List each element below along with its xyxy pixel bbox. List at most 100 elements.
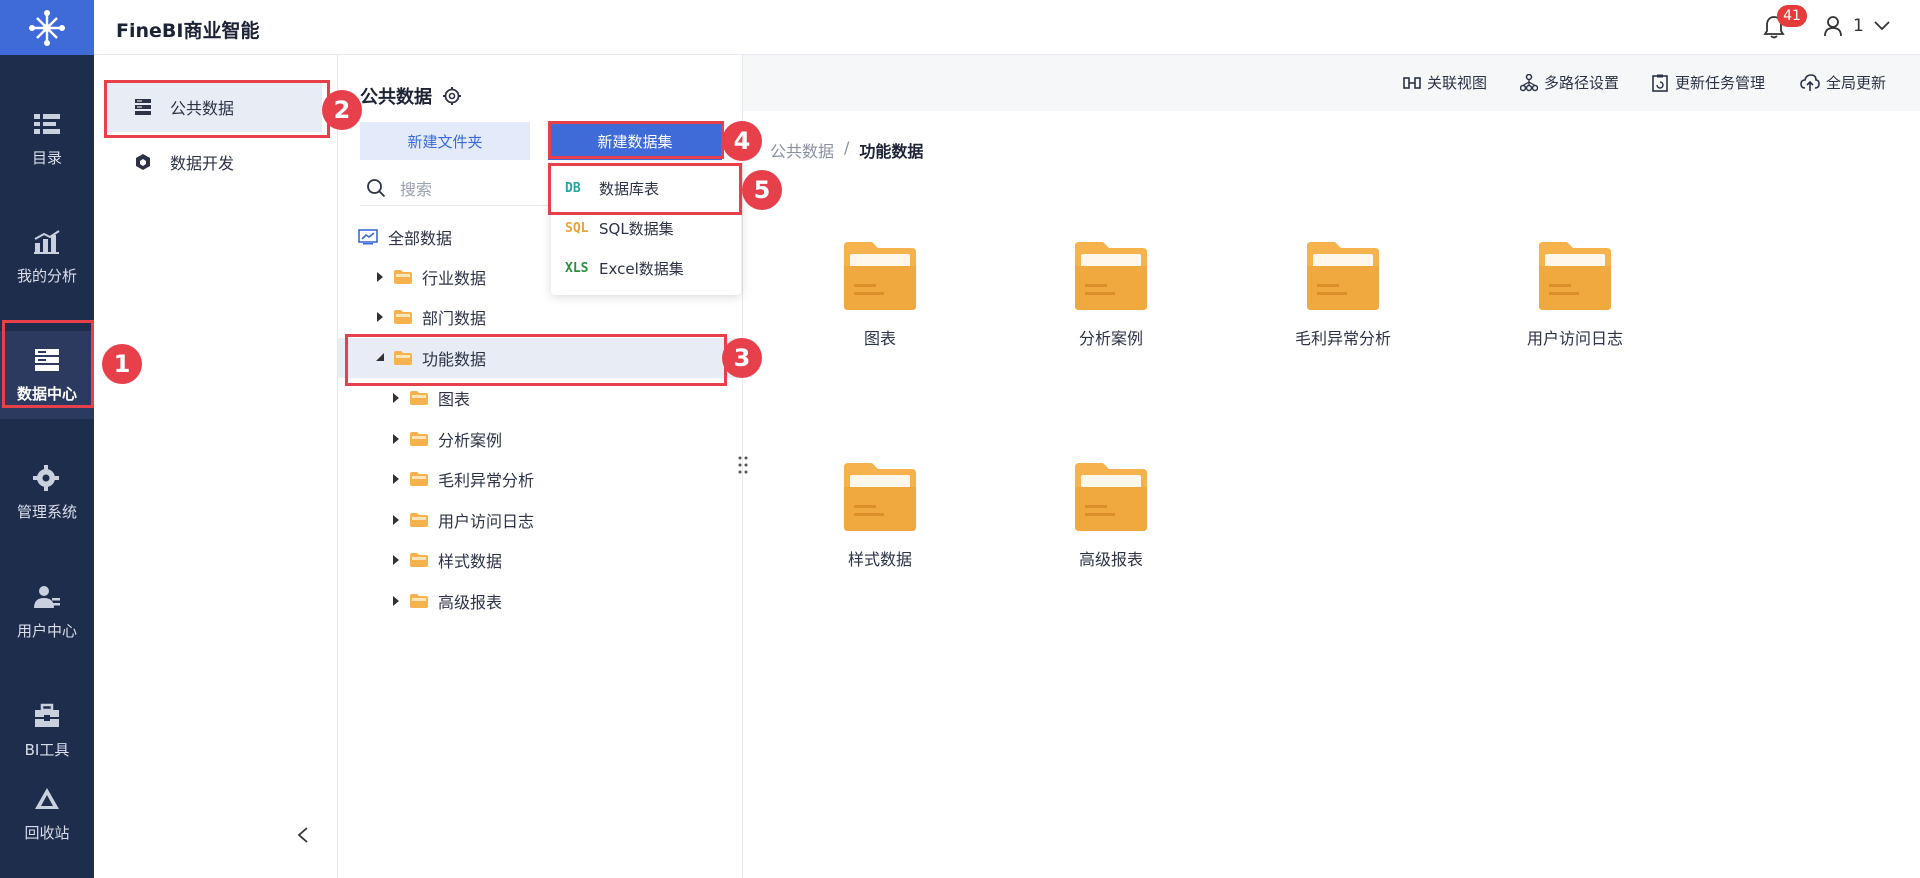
update-task-button[interactable]: 更新任务管理 xyxy=(1651,72,1765,93)
gear-icon xyxy=(33,464,59,491)
folder-card[interactable]: 高级报表 xyxy=(1036,461,1186,581)
annotation-box-5 xyxy=(548,163,742,215)
app-title: FineBI商业智能 xyxy=(116,20,260,42)
new-folder-button[interactable]: 新建文件夹 xyxy=(360,122,530,160)
tree-node-department-data[interactable]: 部门数据 xyxy=(338,297,742,337)
tree-node-style-data[interactable]: 样式数据 xyxy=(338,540,742,580)
caret-right-icon[interactable] xyxy=(376,312,384,322)
annotation-marker-3: 3 xyxy=(722,338,762,378)
tree-node-analysis-cases[interactable]: 分析案例 xyxy=(338,419,742,459)
search-input[interactable]: 搜索 xyxy=(360,170,550,206)
dropdown-label: SQL数据集 xyxy=(599,219,674,238)
global-update-button[interactable]: 全局更新 xyxy=(1800,72,1886,93)
breadcrumb-separator: / xyxy=(844,138,850,157)
search-placeholder: 搜索 xyxy=(400,179,433,199)
relation-view-button[interactable]: 关联视图 xyxy=(1403,72,1487,93)
tree-label: 分析案例 xyxy=(438,431,503,450)
caret-right-icon[interactable] xyxy=(392,393,400,403)
folder-icon xyxy=(410,472,428,486)
folder-large-icon xyxy=(1539,242,1611,310)
data-dev-icon xyxy=(136,154,150,170)
collapse-chevron-icon[interactable] xyxy=(296,827,310,843)
breadcrumb: 公共数据 / 功能数据 xyxy=(770,138,923,162)
nav-label: 用户中心 xyxy=(16,621,77,640)
main-toolbar: 关联视图 多路径设置 更新任务管理 全局更新 xyxy=(743,55,1920,111)
catalog-icon xyxy=(34,113,60,134)
all-data-icon xyxy=(358,229,378,245)
multi-path-icon xyxy=(1520,73,1538,91)
caret-right-icon[interactable] xyxy=(392,596,400,606)
user-name: 1 xyxy=(1853,16,1864,36)
caret-right-icon[interactable] xyxy=(392,434,400,444)
app-logo[interactable] xyxy=(0,0,94,55)
folder-icon xyxy=(410,594,428,608)
nav-label: 回收站 xyxy=(24,823,70,842)
user-menu[interactable]: 1 xyxy=(1823,15,1890,37)
folder-label: 分析案例 xyxy=(1078,329,1143,348)
folder-label: 毛利异常分析 xyxy=(1294,329,1391,348)
folder-label: 高级报表 xyxy=(1078,550,1143,569)
caret-right-icon[interactable] xyxy=(392,555,400,565)
folder-large-icon xyxy=(1307,242,1379,310)
annotation-marker-1: 1 xyxy=(102,344,142,384)
nav-item-user-center[interactable]: 用户中心 xyxy=(0,568,94,656)
nav-label: 我的分析 xyxy=(16,266,77,285)
tree-label: 图表 xyxy=(438,390,471,409)
dropdown-item-excel-dataset[interactable]: XLS Excel数据集 xyxy=(565,252,684,284)
tree-label: 高级报表 xyxy=(438,593,503,612)
user-icon xyxy=(1824,16,1842,37)
folder-large-icon xyxy=(1075,242,1147,310)
tree-label: 全部数据 xyxy=(388,229,453,248)
submenu-item-data-dev[interactable]: 数据开发 xyxy=(106,137,322,187)
folder-label: 图表 xyxy=(863,329,896,348)
folder-card[interactable]: 图表 xyxy=(805,240,955,360)
annotation-marker-4: 4 xyxy=(722,121,762,161)
folder-large-icon xyxy=(1075,463,1147,531)
nav-label: BI工具 xyxy=(24,740,70,759)
folder-card[interactable]: 用户访问日志 xyxy=(1500,240,1650,360)
top-bar: FineBI商业智能 41 1 xyxy=(0,0,1920,55)
folder-label: 用户访问日志 xyxy=(1526,329,1623,348)
folder-icon xyxy=(410,432,428,446)
tree-node-gross-margin[interactable]: 毛利异常分析 xyxy=(338,459,742,499)
folder-large-icon xyxy=(844,242,916,310)
nav-item-catalog[interactable]: 目录 xyxy=(0,95,94,183)
toolbar-label: 全局更新 xyxy=(1826,74,1887,92)
relation-view-icon xyxy=(1403,76,1421,89)
annotation-marker-2: 2 xyxy=(322,90,362,130)
folder-card[interactable]: 样式数据 xyxy=(805,461,955,581)
folder-label: 样式数据 xyxy=(847,550,912,569)
tree-label: 用户访问日志 xyxy=(438,512,535,531)
folder-large-icon xyxy=(844,463,916,531)
submenu-label: 数据开发 xyxy=(170,154,235,173)
logo-icon xyxy=(29,9,65,46)
excel-icon: XLS xyxy=(565,260,589,276)
nav-item-recycle[interactable]: 回收站 xyxy=(0,770,94,858)
caret-right-icon[interactable] xyxy=(392,515,400,525)
folder-card[interactable]: 毛利异常分析 xyxy=(1268,240,1418,360)
folder-icon xyxy=(410,553,428,567)
breadcrumb-current: 功能数据 xyxy=(859,142,924,161)
breadcrumb-root[interactable]: 公共数据 xyxy=(770,138,834,162)
multi-path-button[interactable]: 多路径设置 xyxy=(1520,72,1619,93)
dropdown-item-sql-dataset[interactable]: SQL SQL数据集 xyxy=(565,212,674,244)
annotation-box-2 xyxy=(104,80,330,138)
folder-icon xyxy=(394,270,412,284)
folder-card[interactable]: 分析案例 xyxy=(1036,240,1186,360)
nav-item-my-analysis[interactable]: 我的分析 xyxy=(0,213,94,301)
caret-right-icon[interactable] xyxy=(376,272,384,282)
caret-right-icon[interactable] xyxy=(392,474,400,484)
nav-item-bi-tools[interactable]: BI工具 xyxy=(0,687,94,775)
tree-node-advanced-reports[interactable]: 高级报表 xyxy=(338,581,742,621)
chevron-down-icon xyxy=(1874,21,1890,31)
annotation-box-1 xyxy=(2,320,94,408)
annotation-box-4 xyxy=(548,121,724,159)
toolbar-label: 更新任务管理 xyxy=(1675,74,1766,92)
drag-handle-icon[interactable] xyxy=(736,455,750,475)
notification-badge: 41 xyxy=(1777,5,1807,27)
nav-item-management[interactable]: 管理系统 xyxy=(0,449,94,537)
panel-title: 公共数据 xyxy=(360,83,462,109)
toolbar-label: 多路径设置 xyxy=(1544,74,1620,92)
tree-node-access-log[interactable]: 用户访问日志 xyxy=(338,500,742,540)
settings-gear-icon[interactable] xyxy=(442,86,462,106)
